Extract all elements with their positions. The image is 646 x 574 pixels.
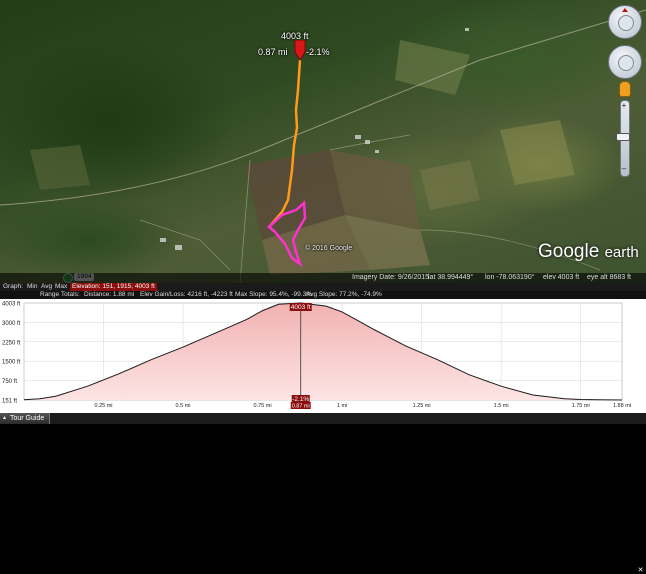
graph-options-bar: Graph: Min Avg Max Elevation: 151, 1915,…	[0, 283, 646, 574]
range-totals-label: Range Totals:	[40, 291, 80, 298]
look-joystick[interactable]	[608, 5, 642, 39]
cursor-elevation-label: 4003 ft	[291, 304, 311, 311]
elevation-option[interactable]: Elevation: 151, 1915, 4003 ft	[70, 283, 157, 291]
marker-distance: 0.87 mi	[258, 47, 288, 57]
x-tick-label: 0.25 mi	[94, 403, 112, 409]
range-totals-bar: Range Totals: Distance: 1.88 mi Elev Gai…	[0, 291, 646, 299]
logo-earth: earth	[604, 244, 639, 261]
elevation-area	[24, 303, 622, 400]
google-earth-logo: Google earth	[538, 241, 639, 263]
copyright-text: © 2016 Google	[305, 245, 353, 252]
graph-label: Graph:	[3, 283, 23, 290]
close-profile-icon[interactable]: ✕	[637, 567, 644, 574]
longitude-readout: lon -78.063190°	[485, 274, 535, 281]
graph-max-option[interactable]: Max	[55, 283, 67, 291]
x-tick-label: 0.5 mi	[176, 403, 191, 409]
x-tick-label: 1.25 mi	[413, 403, 431, 409]
tour-guide-button[interactable]: Tour Guide	[0, 413, 51, 424]
y-tick-label: 2250 ft	[2, 340, 21, 346]
taskbar	[0, 413, 646, 424]
north-indicator-icon[interactable]	[622, 8, 628, 12]
x-tick-label: 1.75 mi	[572, 403, 590, 409]
marker-elevation: 4003 ft	[281, 31, 309, 41]
logo-google: Google	[538, 241, 600, 262]
elevation-profile[interactable]: 4003 ft 3000 ft 2250 ft 1500 ft 750 ft 151 ft…	[0, 299, 646, 413]
eye-altitude-readout: eye alt 8683 ft	[587, 274, 631, 281]
eye-icon	[618, 15, 634, 31]
cursor-distance-label: 0.87 mi	[292, 404, 310, 410]
graph-avg-option[interactable]: Avg	[41, 283, 52, 291]
navigation-controls: + –	[606, 5, 642, 185]
y-tick-label: 750 ft	[2, 379, 17, 385]
imagery-date: Imagery Date: 9/26/2015	[352, 274, 430, 281]
range-distance: Distance: 1.88 mi	[84, 291, 135, 298]
status-bar: Imagery Date: 9/26/2015 lat 38.994449° l…	[0, 273, 646, 283]
marker-grade: -2.1%	[306, 47, 330, 57]
y-tick-label: 4003 ft	[2, 302, 21, 308]
x-tick-label: 1 mi	[337, 403, 347, 409]
x-tick-label: 1.88 mi	[613, 403, 631, 409]
range-avg-slope: Avg Slope: 77.2%, -74.9%	[306, 291, 382, 298]
range-elev-gain-loss: Elev Gain/Loss: 4216 ft, -4223 ft	[140, 291, 233, 298]
position-marker-icon[interactable]	[293, 40, 307, 62]
zoom-in-icon[interactable]: +	[620, 102, 628, 110]
y-tick-label: 3000 ft	[2, 321, 21, 327]
map-view[interactable]: 4003 ft 0.87 mi -2.1% © 2016 Google 1994…	[0, 0, 646, 283]
cursor-grade-label: -2.1%	[292, 396, 309, 403]
move-joystick[interactable]	[608, 45, 642, 79]
hand-icon	[618, 55, 634, 71]
graph-min-option[interactable]: Min	[27, 283, 37, 291]
elevation-chart[interactable]: 4003 ft 3000 ft 2250 ft 1500 ft 750 ft 151 ft…	[0, 299, 646, 413]
x-tick-label: 1.5 mi	[494, 403, 509, 409]
latitude-readout: lat 38.994449°	[428, 274, 474, 281]
zoom-out-icon[interactable]: –	[620, 165, 628, 173]
y-tick-label: 1500 ft	[2, 360, 21, 366]
zoom-slider-thumb[interactable]	[616, 133, 630, 141]
elevation-readout: elev 4003 ft	[543, 274, 580, 281]
street-view-pegman-icon[interactable]	[619, 81, 631, 97]
x-tick-label: 0.75 mi	[254, 403, 272, 409]
y-tick-label: 151 ft	[2, 399, 17, 405]
range-max-slope: Max Slope: 95.4%, -99.3%	[235, 291, 312, 298]
